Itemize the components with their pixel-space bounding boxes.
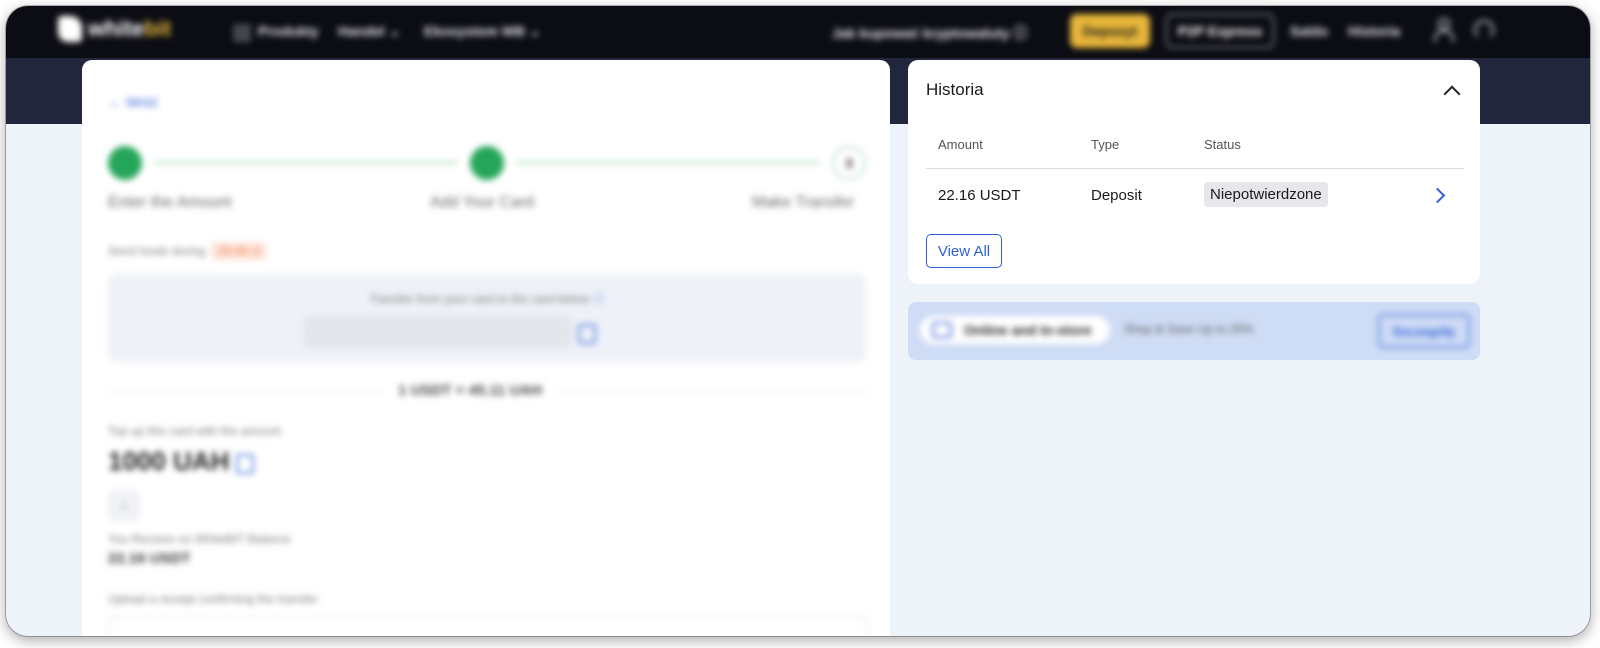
step-3-indicator: 3 bbox=[832, 146, 866, 180]
column-header-status: Status bbox=[1204, 137, 1241, 152]
whitebit-logo[interactable]: white bit bbox=[58, 16, 171, 42]
info-icon: ⓘ bbox=[592, 292, 605, 306]
nav-ekosystem[interactable]: Ekosystem WB ⌄ bbox=[424, 23, 541, 40]
topup-label: Top up this card with the amount bbox=[108, 424, 281, 438]
step-2-check-icon bbox=[470, 146, 504, 180]
countdown-timer: 29:49 ◷ bbox=[211, 242, 268, 260]
p2p-express-button[interactable]: P2P Express bbox=[1166, 14, 1274, 48]
card-icon bbox=[932, 322, 952, 338]
nav-handel[interactable]: Handel ⌄ bbox=[338, 23, 400, 40]
receive-label: You Receive on WhiteBIT Balance bbox=[108, 532, 291, 546]
nav-ekosystem-label: Ekosystem WB bbox=[424, 23, 526, 39]
promo-details-button[interactable]: Szczegóły bbox=[1378, 314, 1470, 348]
timer-value: 29:49 bbox=[217, 244, 248, 258]
chevron-up-icon[interactable] bbox=[1443, 85, 1461, 103]
row-type: Deposit bbox=[1091, 187, 1142, 204]
topup-amount: 1000 UAH bbox=[108, 446, 230, 476]
receive-value: 22.16 USDT bbox=[108, 550, 191, 567]
transfer-card-content: ← Wróć 3 Enter the Amount Add Your Card … bbox=[82, 60, 890, 636]
transfer-instruction: Transfer from your card to the card belo… bbox=[108, 290, 866, 307]
chevron-down-icon: ⌄ bbox=[388, 23, 401, 39]
promo-content: Online and In-store Shop & Save Up to 25… bbox=[908, 302, 1480, 360]
upload-label: Upload a receipt confirming the transfer bbox=[108, 592, 319, 606]
nav-how-to-buy-label: Jak kupować kryptowaluty bbox=[832, 25, 1010, 41]
deposit-button[interactable]: Depozyt bbox=[1070, 14, 1150, 48]
column-header-type: Type bbox=[1091, 137, 1120, 152]
transfer-label: Transfer from your card to the card belo… bbox=[369, 292, 590, 306]
nav-handel-label: Handel bbox=[338, 23, 385, 39]
apps-grid-icon[interactable] bbox=[234, 25, 250, 41]
step-label-add-card: Add Your Card bbox=[430, 194, 535, 211]
transfer-card: ← Wróć 3 Enter the Amount Add Your Card … bbox=[82, 60, 890, 636]
step-label-enter-amount: Enter the Amount bbox=[108, 194, 232, 211]
browser-window: white bit Produkty Handel ⌄ Ekosystem WB … bbox=[6, 6, 1590, 636]
chevron-down-icon: ⌄ bbox=[529, 23, 541, 39]
logo-white: white bbox=[88, 16, 145, 41]
support-headset-icon[interactable] bbox=[1474, 20, 1494, 40]
send-funds-label: Send funds during bbox=[108, 244, 206, 258]
logo-icon bbox=[58, 16, 82, 42]
receipt-upload-area[interactable] bbox=[108, 616, 868, 636]
nav-produkty[interactable]: Produkty bbox=[258, 23, 319, 39]
exchange-rate: 1 USDT = 45.11 UAH bbox=[382, 382, 558, 399]
step-label-make-transfer: Make Transfer bbox=[752, 194, 855, 211]
promo-pill-label: Online and In-store bbox=[964, 322, 1092, 338]
back-link[interactable]: ← Wróć bbox=[108, 94, 158, 110]
copy-icon[interactable] bbox=[236, 454, 254, 474]
clock-icon: ◷ bbox=[250, 244, 262, 258]
view-all-button[interactable]: View All bbox=[926, 234, 1002, 268]
logo-bit: bit bbox=[144, 16, 172, 41]
card-number-field bbox=[304, 316, 572, 348]
promo-pill: Online and In-store bbox=[920, 316, 1110, 344]
step-1-check-icon bbox=[108, 146, 142, 180]
history-panel: Historia Amount Type Status 22.16 USDT D… bbox=[908, 60, 1480, 284]
top-navigation-content: white bit Produkty Handel ⌄ Ekosystem WB … bbox=[6, 6, 1590, 58]
nav-balance[interactable]: Saldo bbox=[1290, 23, 1328, 39]
row-amount: 22.16 USDT bbox=[938, 187, 1021, 204]
info-icon: ⓘ bbox=[1013, 25, 1028, 41]
table-divider bbox=[926, 168, 1464, 169]
chevron-right-icon[interactable] bbox=[1429, 187, 1446, 204]
user-icon[interactable] bbox=[1434, 18, 1454, 44]
nav-how-to-buy[interactable]: Jak kupować kryptowaluty ⓘ bbox=[832, 23, 1027, 43]
top-navigation: white bit Produkty Handel ⌄ Ekosystem WB … bbox=[6, 6, 1590, 58]
status-badge: Niepotwierdzone bbox=[1204, 182, 1328, 207]
copy-icon[interactable] bbox=[578, 324, 596, 344]
column-header-amount: Amount bbox=[938, 137, 983, 152]
promo-banner: Online and In-store Shop & Save Up to 25… bbox=[908, 302, 1480, 360]
step-connector bbox=[516, 161, 820, 164]
send-funds-row: Send funds during 29:49 ◷ bbox=[108, 242, 268, 260]
step-connector bbox=[154, 161, 458, 164]
card-transfer-box: Transfer from your card to the card belo… bbox=[108, 274, 866, 362]
nav-history[interactable]: Historia bbox=[1348, 23, 1400, 39]
history-title: Historia bbox=[926, 80, 984, 99]
promo-text: Shop & Save Up to 25% bbox=[1124, 322, 1254, 336]
arrow-down-icon: ↓ bbox=[108, 490, 140, 522]
